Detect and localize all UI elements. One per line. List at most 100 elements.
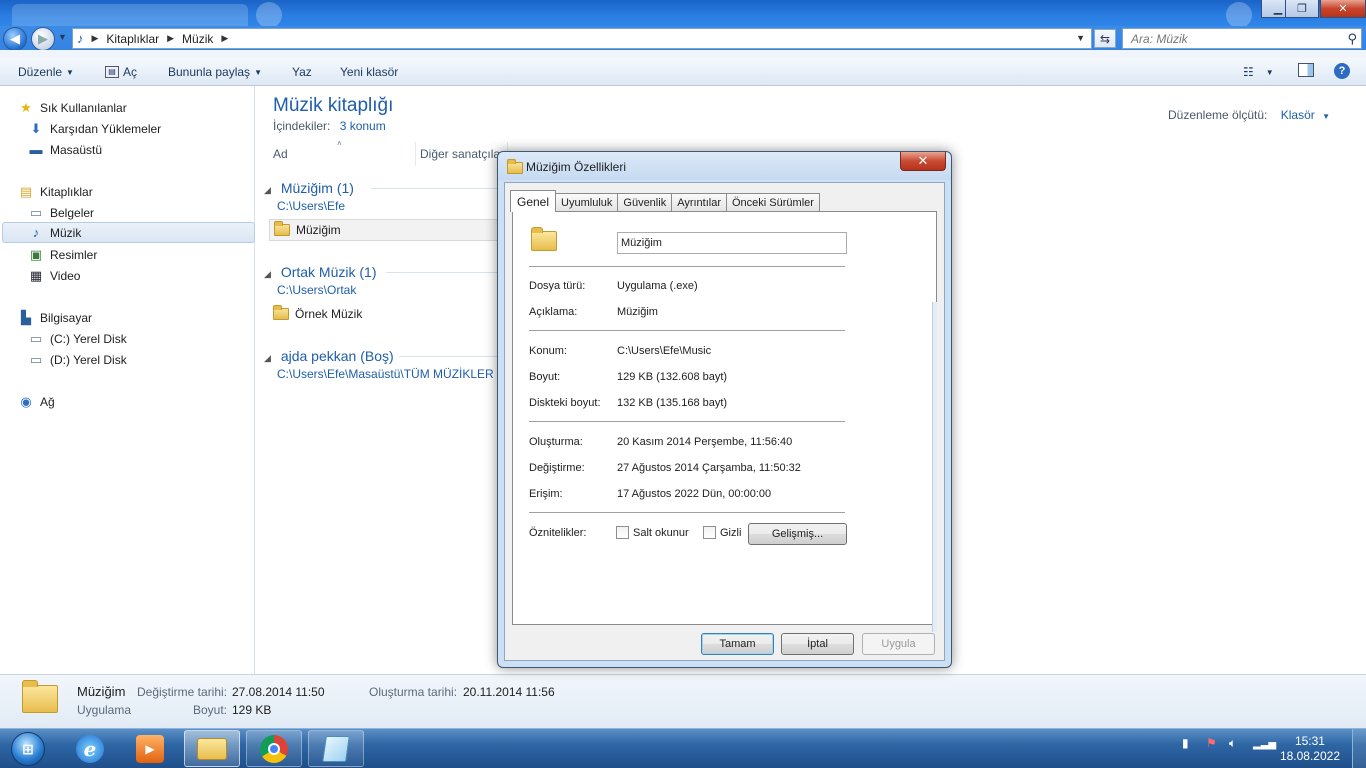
folder-icon [507, 159, 523, 174]
network-signal-icon[interactable]: ▂▃▅ [1253, 739, 1276, 750]
separator [529, 330, 845, 331]
back-arrow-icon[interactable]: ◀ [3, 27, 27, 51]
nav-documents[interactable]: ▭ Belgeler [28, 202, 281, 223]
breadcrumb-libraries[interactable]: Kitaplıklar [106, 32, 159, 46]
dialog-titlebar[interactable]: Müziğim Özellikleri ✕ [498, 152, 951, 180]
organize-button[interactable]: Düzenle ▼ [18, 65, 74, 79]
general-tab-panel: Müziğim Dosya türü: Uygulama (.exe) Açık… [512, 211, 937, 632]
nav-label: (C:) Yerel Disk [50, 331, 127, 346]
accessed-value: 17 Ağustos 2022 Dün, 00:00:00 [617, 488, 772, 500]
battery-icon[interactable]: ▮ [1182, 736, 1189, 750]
volume-icon[interactable]: 🔈︎ [1229, 736, 1236, 751]
checkbox-box [616, 526, 629, 539]
chevron-down-icon: ▼ [1265, 67, 1274, 77]
group-header[interactable]: ◢ ajda pekkan (Boş) [264, 348, 394, 364]
breadcrumb-arrow-icon[interactable]: ▶ [167, 33, 174, 44]
desktop-icon: ▬ [29, 141, 43, 157]
folder-icon [197, 737, 227, 760]
window-close-button[interactable]: ✕ [1320, 0, 1366, 18]
cancel-button[interactable]: İptal [781, 633, 854, 655]
address-bar[interactable]: ♪ ▶ Kitaplıklar ▶ Müzik ▶ ▼ [72, 28, 1092, 49]
readonly-checkbox[interactable]: Salt okunur [616, 526, 689, 539]
maximize-button[interactable]: ❐ [1285, 0, 1319, 18]
separator [529, 421, 845, 422]
taskbar-chrome[interactable] [246, 730, 302, 767]
recent-pages-dropdown[interactable]: ▼ [58, 32, 67, 42]
group-path-link[interactable]: C:\Users\Ortak [277, 283, 356, 297]
nav-video[interactable]: ▦ Video [28, 265, 281, 286]
tab-compatibility[interactable]: Uyumluluk [555, 193, 619, 211]
network-icon: ◉ [20, 393, 32, 409]
details-modified-label: Değiştirme tarihi: [137, 685, 228, 699]
breadcrumb-arrow-icon[interactable]: ▶ [92, 33, 99, 44]
file-name-field[interactable]: Müziğim [617, 232, 847, 254]
arrange-by: Düzenleme ölçütü: Klasör ▼ [1168, 108, 1330, 122]
taskbar-notepad[interactable] [308, 730, 364, 767]
nav-label: Karşıdan Yüklemeler [50, 121, 162, 136]
group-header[interactable]: ◢ Ortak Müzik (1) [264, 264, 377, 280]
open-button[interactable]: ▤ Aç [105, 65, 137, 79]
disk-size-label: Diskteki boyut: [529, 397, 601, 409]
new-folder-button[interactable]: Yeni klasör [340, 65, 398, 79]
nav-downloads[interactable]: ⬇ Karşıdan Yüklemeler [28, 118, 281, 139]
hidden-checkbox[interactable]: Gizli [703, 526, 741, 539]
apply-button[interactable]: Uygula [862, 633, 935, 655]
details-created-label: Oluşturma tarihi: [369, 685, 458, 699]
group-path-link[interactable]: C:\Users\Efe [277, 199, 345, 213]
print-button[interactable]: Yaz [292, 65, 312, 79]
taskbar-explorer[interactable] [184, 730, 240, 767]
created-label: Oluşturma: [529, 436, 583, 448]
collapse-icon: ◢ [264, 269, 271, 279]
includes-locations-link[interactable]: 3 konum [340, 119, 386, 133]
nav-network[interactable]: ◉ Ağ [18, 391, 271, 412]
item-name: Müziğim [296, 223, 341, 237]
details-created-value: 20.11.2014 11:56 [463, 685, 555, 699]
modified-value: 27 Ağustos 2014 Çarşamba, 11:50:32 [617, 462, 801, 474]
help-button[interactable]: ? [1334, 63, 1350, 79]
forward-arrow-icon[interactable]: ▶ [31, 27, 55, 51]
command-bar: Düzenle ▼ ▤ Aç Bununla paylaş ▼ Yaz Yeni… [0, 58, 1366, 86]
nav-label: Belgeler [50, 205, 95, 220]
nav-music[interactable]: ♪ Müzik [2, 222, 255, 243]
column-header-name[interactable]: Ad ˄ [271, 139, 416, 166]
taskbar-ie[interactable]: e [62, 730, 118, 767]
modified-label: Değiştirme: [529, 462, 585, 474]
breadcrumb-music[interactable]: Müzik [182, 32, 213, 46]
nav-libraries[interactable]: ▤ Kitaplıklar [18, 181, 271, 202]
taskbar-media-player[interactable]: ▶ [122, 730, 178, 767]
column-label: Ad [273, 147, 288, 161]
preview-pane-button[interactable] [1298, 63, 1314, 77]
search-input[interactable]: Ara: Müzik ⚲ [1122, 28, 1362, 49]
magnifier-icon[interactable]: ⚲ [1347, 31, 1357, 47]
group-path-link[interactable]: C:\Users\Efe\Masaüstü\TÜM MÜZİKLER [277, 367, 494, 381]
arrange-dropdown[interactable]: Klasör ▼ [1281, 108, 1330, 122]
breadcrumb-arrow-icon[interactable]: ▶ [221, 33, 228, 44]
column-header-artists[interactable]: Diğer sanatçılar [418, 142, 508, 166]
share-button[interactable]: Bununla paylaş ▼ [168, 65, 262, 79]
system-clock[interactable]: 15:31 18.08.2022 [1280, 734, 1340, 764]
details-type: Uygulama [77, 703, 132, 717]
nav-computer[interactable]: ▙ Bilgisayar [18, 307, 271, 328]
show-desktop-button[interactable] [1352, 729, 1366, 768]
tab-security[interactable]: Güvenlik [617, 193, 673, 211]
start-button[interactable]: ⊞ [2, 730, 54, 768]
action-center-icon[interactable]: ⚑ [1206, 736, 1217, 750]
tab-details[interactable]: Ayrıntılar [671, 193, 727, 211]
nav-favorites[interactable]: ★ Sık Kullanılanlar [18, 97, 271, 118]
view-options-button[interactable]: ☷ ▼ [1243, 65, 1274, 79]
separator [529, 512, 845, 513]
nav-drive-c[interactable]: ▭ (C:) Yerel Disk [28, 328, 281, 349]
group-header[interactable]: ◢ Müziğim (1) [264, 180, 354, 196]
nav-drive-d[interactable]: ▭ (D:) Yerel Disk [28, 349, 281, 370]
location-value: C:\Users\Efe\Music [617, 345, 712, 357]
refresh-button[interactable]: ⇆ [1094, 29, 1116, 48]
tab-previous-versions[interactable]: Önceki Sürümler [726, 193, 820, 211]
nav-desktop[interactable]: ▬ Masaüstü [28, 139, 281, 160]
navigation-pane: ★ Sık Kullanılanlar ⬇ Karşıdan Yüklemele… [0, 86, 255, 674]
tab-general[interactable]: Genel [510, 190, 557, 212]
ok-button[interactable]: Tamam [701, 633, 774, 655]
close-icon[interactable]: ✕ [900, 152, 946, 171]
nav-pictures[interactable]: ▣ Resimler [28, 244, 281, 265]
address-dropdown-icon[interactable]: ▼ [1076, 33, 1085, 43]
advanced-button[interactable]: Gelişmiş... [748, 523, 847, 545]
